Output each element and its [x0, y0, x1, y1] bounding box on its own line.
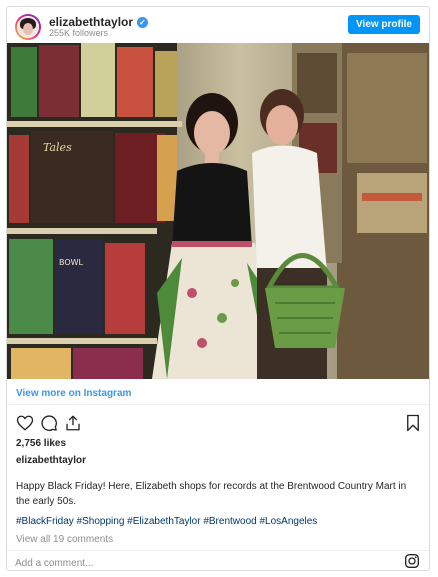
comment-icon[interactable] [40, 414, 58, 432]
verified-badge-icon: ✓ [137, 16, 149, 28]
divider [7, 404, 429, 405]
instagram-logo-icon[interactable] [404, 553, 420, 569]
comment-divider [7, 550, 429, 551]
share-icon[interactable] [64, 414, 82, 432]
heart-icon[interactable] [16, 414, 34, 432]
post-caption: Happy Black Friday! Here, Elizabeth shop… [16, 481, 407, 507]
post-photo[interactable]: Tales BOWL [7, 43, 429, 379]
view-profile-button[interactable]: View profile [348, 15, 420, 34]
avatar[interactable] [15, 14, 41, 40]
avatar-image [17, 16, 39, 38]
post-header: elizabethtaylor ✓ 255K followers View pr… [7, 7, 429, 43]
bookmark-icon[interactable] [404, 414, 422, 432]
follower-count: 255K followers [49, 28, 109, 38]
post-photo-illustration: Tales BOWL [7, 43, 429, 379]
hashtags[interactable]: #BlackFriday #Shopping #ElizabethTaylor … [16, 516, 317, 527]
instagram-embed-card: elizabethtaylor ✓ 255K followers View pr… [6, 6, 430, 571]
svg-text:Tales: Tales [43, 141, 72, 154]
view-comments-link[interactable]: View all 19 comments [16, 534, 113, 545]
like-count[interactable]: 2,756 likes [16, 438, 66, 449]
svg-text:BOWL: BOWL [59, 258, 84, 267]
username-row: elizabethtaylor ✓ [49, 15, 149, 29]
post-owner[interactable]: elizabethtaylor [16, 455, 86, 466]
view-more-link[interactable]: View more on Instagram [16, 388, 131, 399]
comment-input[interactable] [13, 554, 387, 570]
username[interactable]: elizabethtaylor [49, 15, 133, 29]
